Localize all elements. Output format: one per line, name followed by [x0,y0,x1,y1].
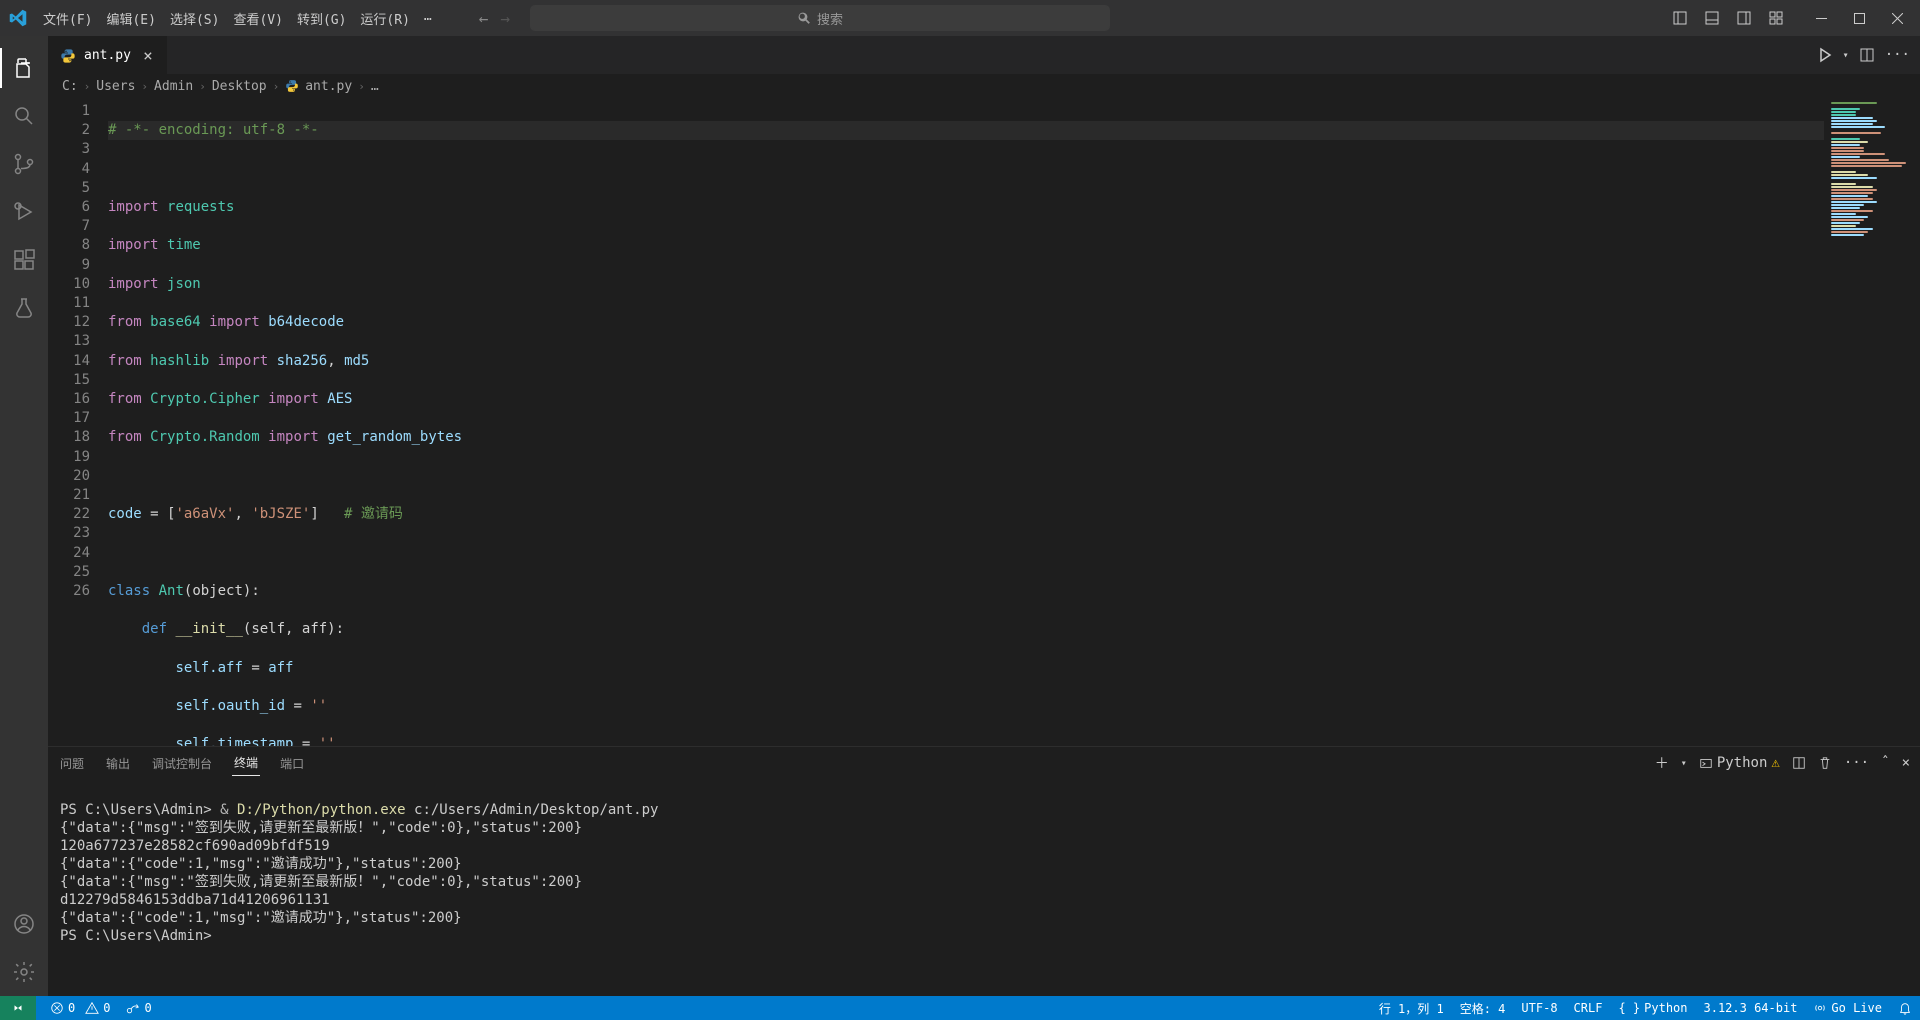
interpreter-label[interactable]: Python ⚠ [1699,755,1780,771]
menu-run[interactable]: 运行(R) [353,3,416,34]
crumb[interactable]: … [371,79,379,94]
activity-explorer-icon[interactable] [0,44,48,92]
chevron-right-icon: › [199,80,206,93]
python-file-icon [60,48,76,64]
python-interpreter[interactable]: 3.12.3 64-bit [1696,996,1806,1020]
language-mode[interactable]: { } Python [1610,996,1695,1020]
nav-back-icon[interactable]: ← [479,9,489,28]
panel: 问题 输出 调试控制台 终端 端口 ＋ ▾ Python ⚠ ··· ˆ × P… [48,746,1920,996]
go-live[interactable]: Go Live [1805,996,1890,1020]
window-close-icon[interactable] [1878,0,1916,36]
tab-close-icon[interactable]: × [139,46,157,65]
chevron-right-icon: › [141,80,148,93]
nav-forward-icon[interactable]: → [500,9,510,28]
crumb[interactable]: Desktop [212,79,267,94]
panel-tab-ports[interactable]: 端口 [278,751,306,776]
crumb[interactable]: Admin [154,79,193,94]
activity-extensions-icon[interactable] [0,236,48,284]
chevron-right-icon: › [84,80,91,93]
menu-bar: 文件(F) 编辑(E) 选择(S) 查看(V) 转到(G) 运行(R) … [36,3,439,34]
menu-view[interactable]: 查看(V) [226,3,289,34]
editor-tab-antpy[interactable]: ant.py × [48,36,167,74]
panel-tab-issues[interactable]: 问题 [58,751,86,776]
run-file-icon[interactable] [1817,47,1833,63]
layout-sidebar-left-icon[interactable] [1664,0,1696,36]
command-center-search[interactable]: 搜索 [530,5,1110,31]
panel-tab-terminal[interactable]: 终端 [232,750,260,776]
tab-filename: ant.py [84,48,131,63]
code-content[interactable]: # -*- encoding: utf-8 -*- import request… [108,98,1824,746]
notifications-icon[interactable] [1890,996,1920,1020]
layout-panel-icon[interactable] [1696,0,1728,36]
errors-warnings[interactable]: 0 0 [42,996,118,1020]
crumb[interactable]: C: [62,79,78,94]
nav-buttons: ← → [479,9,510,28]
line-numbers: 1234 5678 9101112 13141516 17181920 2122… [48,98,108,746]
menu-more[interactable]: … [417,3,439,34]
menu-select[interactable]: 选择(S) [163,3,226,34]
eol[interactable]: CRLF [1566,996,1611,1020]
panel-close-icon[interactable]: × [1902,755,1910,771]
activity-settings-icon[interactable] [0,948,48,996]
indentation[interactable]: 空格: 4 [1452,996,1514,1020]
activity-testing-icon[interactable] [0,284,48,332]
activity-search-icon[interactable] [0,92,48,140]
terminal-split-icon[interactable] [1792,756,1806,770]
panel-tab-output[interactable]: 输出 [104,751,132,776]
panel-tab-debug[interactable]: 调试控制台 [150,751,214,776]
breadcrumbs[interactable]: C: › Users › Admin › Desktop › ant.py › … [48,74,1920,98]
chevron-right-icon: › [273,80,280,93]
ports-forwarded[interactable]: 0 [118,996,159,1020]
terminal-trash-icon[interactable] [1818,756,1832,770]
search-icon [797,11,811,25]
code-editor[interactable]: 1234 5678 9101112 13141516 17181920 2122… [48,98,1920,746]
editor-tabs: ant.py × ▾ ··· [48,36,1920,74]
activity-accounts-icon[interactable] [0,900,48,948]
tab-more-icon[interactable]: ··· [1885,47,1910,63]
menu-goto[interactable]: 转到(G) [290,3,353,34]
panel-more-icon[interactable]: ··· [1844,755,1869,771]
menu-file[interactable]: 文件(F) [36,3,99,34]
search-placeholder: 搜索 [817,9,843,28]
terminal-new-icon[interactable]: ＋ [1655,753,1669,773]
crumb[interactable]: ant.py [305,79,352,94]
activity-debug-icon[interactable] [0,188,48,236]
layout-customize-icon[interactable] [1760,0,1792,36]
activity-bar [0,36,48,996]
chevron-right-icon: › [358,80,365,93]
vscode-logo-icon [4,4,32,32]
window-maximize-icon[interactable] [1840,0,1878,36]
layout-sidebar-right-icon[interactable] [1728,0,1760,36]
cursor-position[interactable]: 行 1，列 1 [1371,996,1452,1020]
remote-button[interactable] [0,996,36,1020]
panel-tabs: 问题 输出 调试控制台 终端 端口 ＋ ▾ Python ⚠ ··· ˆ × [48,747,1920,779]
terminal-output[interactable]: PS C:\Users\Admin> & D:/Python/python.ex… [48,779,1920,996]
menu-edit[interactable]: 编辑(E) [99,3,162,34]
minimap[interactable] [1824,98,1920,746]
encoding[interactable]: UTF-8 [1513,996,1565,1020]
run-dropdown-icon[interactable]: ▾ [1843,50,1849,61]
activity-sourcecontrol-icon[interactable] [0,140,48,188]
crumb[interactable]: Users [96,79,135,94]
terminal-new-dropdown-icon[interactable]: ▾ [1681,758,1687,769]
python-file-icon [285,79,299,93]
title-bar: 文件(F) 编辑(E) 选择(S) 查看(V) 转到(G) 运行(R) … ← … [0,0,1920,36]
window-minimize-icon[interactable] [1802,0,1840,36]
panel-maximize-icon[interactable]: ˆ [1881,755,1889,771]
split-editor-icon[interactable] [1859,47,1875,63]
status-bar: 0 0 0 行 1，列 1 空格: 4 UTF-8 CRLF { } Pytho… [0,996,1920,1020]
